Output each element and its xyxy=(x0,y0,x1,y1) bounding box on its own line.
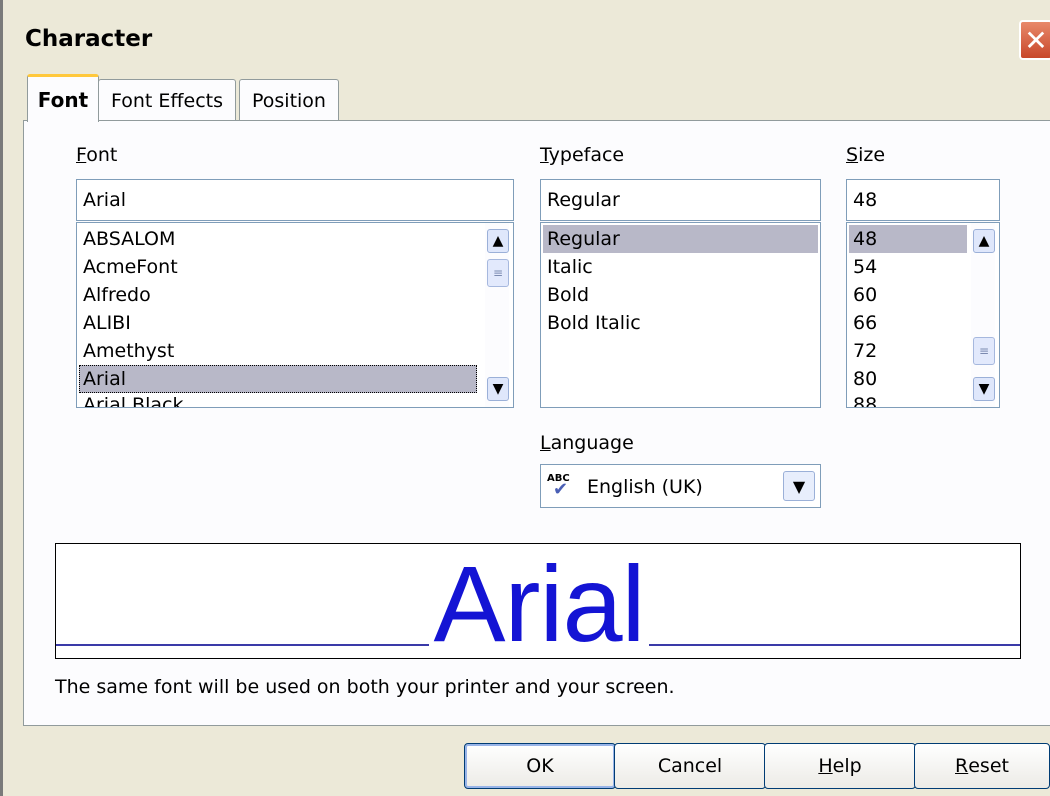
typeface-list-item[interactable]: Italic xyxy=(543,253,818,281)
font-preview: Arial xyxy=(55,543,1021,659)
scroll-thumb[interactable]: ≡ xyxy=(973,337,995,365)
font-list[interactable]: ABSALOM AcmeFont Alfredo ALIBI Amethyst … xyxy=(76,222,514,408)
font-list-item[interactable]: Alfredo xyxy=(79,281,479,309)
font-name-input[interactable]: Arial xyxy=(76,179,514,221)
size-list-item[interactable]: 80 xyxy=(849,365,967,393)
typeface-list[interactable]: Regular Italic Bold Bold Italic xyxy=(540,222,821,408)
font-list-item[interactable]: Arial Black xyxy=(79,391,479,407)
size-list-item[interactable]: 54 xyxy=(849,253,967,281)
typeface-list-item[interactable]: Bold xyxy=(543,281,818,309)
character-dialog: Character ✕ Font Font Effects Position F… xyxy=(0,0,1050,796)
help-button[interactable]: Help xyxy=(764,743,916,789)
size-list-item-selected[interactable]: 48 xyxy=(849,225,967,253)
size-list[interactable]: 48 54 60 66 72 80 88 ▲ ≡ ▼ xyxy=(846,222,1000,408)
font-label: Font xyxy=(76,144,118,166)
chevron-down-icon[interactable]: ▼ xyxy=(783,471,815,501)
reset-button[interactable]: Reset xyxy=(914,743,1050,789)
font-list-item[interactable]: ABSALOM xyxy=(79,225,479,253)
size-label: Size xyxy=(846,144,886,166)
font-list-item[interactable]: AcmeFont xyxy=(79,253,479,281)
scroll-up-icon[interactable]: ▲ xyxy=(487,229,509,253)
size-list-item[interactable]: 72 xyxy=(849,337,967,365)
preview-text: Arial xyxy=(56,544,1020,658)
size-input[interactable]: 48 xyxy=(846,179,1000,221)
font-list-item-selected[interactable]: Arial xyxy=(79,365,477,393)
font-list-item[interactable]: Amethyst xyxy=(79,337,479,365)
cancel-button[interactable]: Cancel xyxy=(614,743,766,789)
size-list-item[interactable]: 66 xyxy=(849,309,967,337)
typeface-input[interactable]: Regular xyxy=(540,179,821,221)
scroll-down-icon[interactable]: ▼ xyxy=(487,377,509,401)
language-value: English (UK) xyxy=(587,476,703,498)
font-list-item[interactable]: ALIBI xyxy=(79,309,479,337)
spellcheck-icon: ABC ✔ xyxy=(547,473,570,500)
font-list-scrollbar[interactable]: ▲ ≡ ▼ xyxy=(485,223,509,407)
language-select[interactable]: ABC ✔ English (UK) ▼ xyxy=(540,464,821,508)
font-note: The same font will be used on both your … xyxy=(55,676,675,698)
typeface-list-item-selected[interactable]: Regular xyxy=(543,225,818,253)
scroll-up-icon[interactable]: ▲ xyxy=(973,229,995,253)
scroll-thumb[interactable]: ≡ xyxy=(487,259,509,287)
typeface-list-item[interactable]: Bold Italic xyxy=(543,309,818,337)
scroll-down-icon[interactable]: ▼ xyxy=(973,377,995,401)
typeface-label: Typeface xyxy=(540,144,625,166)
size-list-item[interactable]: 60 xyxy=(849,281,967,309)
size-list-item[interactable]: 88 xyxy=(849,391,967,407)
language-label: Language xyxy=(540,432,634,454)
size-list-scrollbar[interactable]: ▲ ≡ ▼ xyxy=(971,223,995,407)
ok-button[interactable]: OK xyxy=(464,743,616,789)
